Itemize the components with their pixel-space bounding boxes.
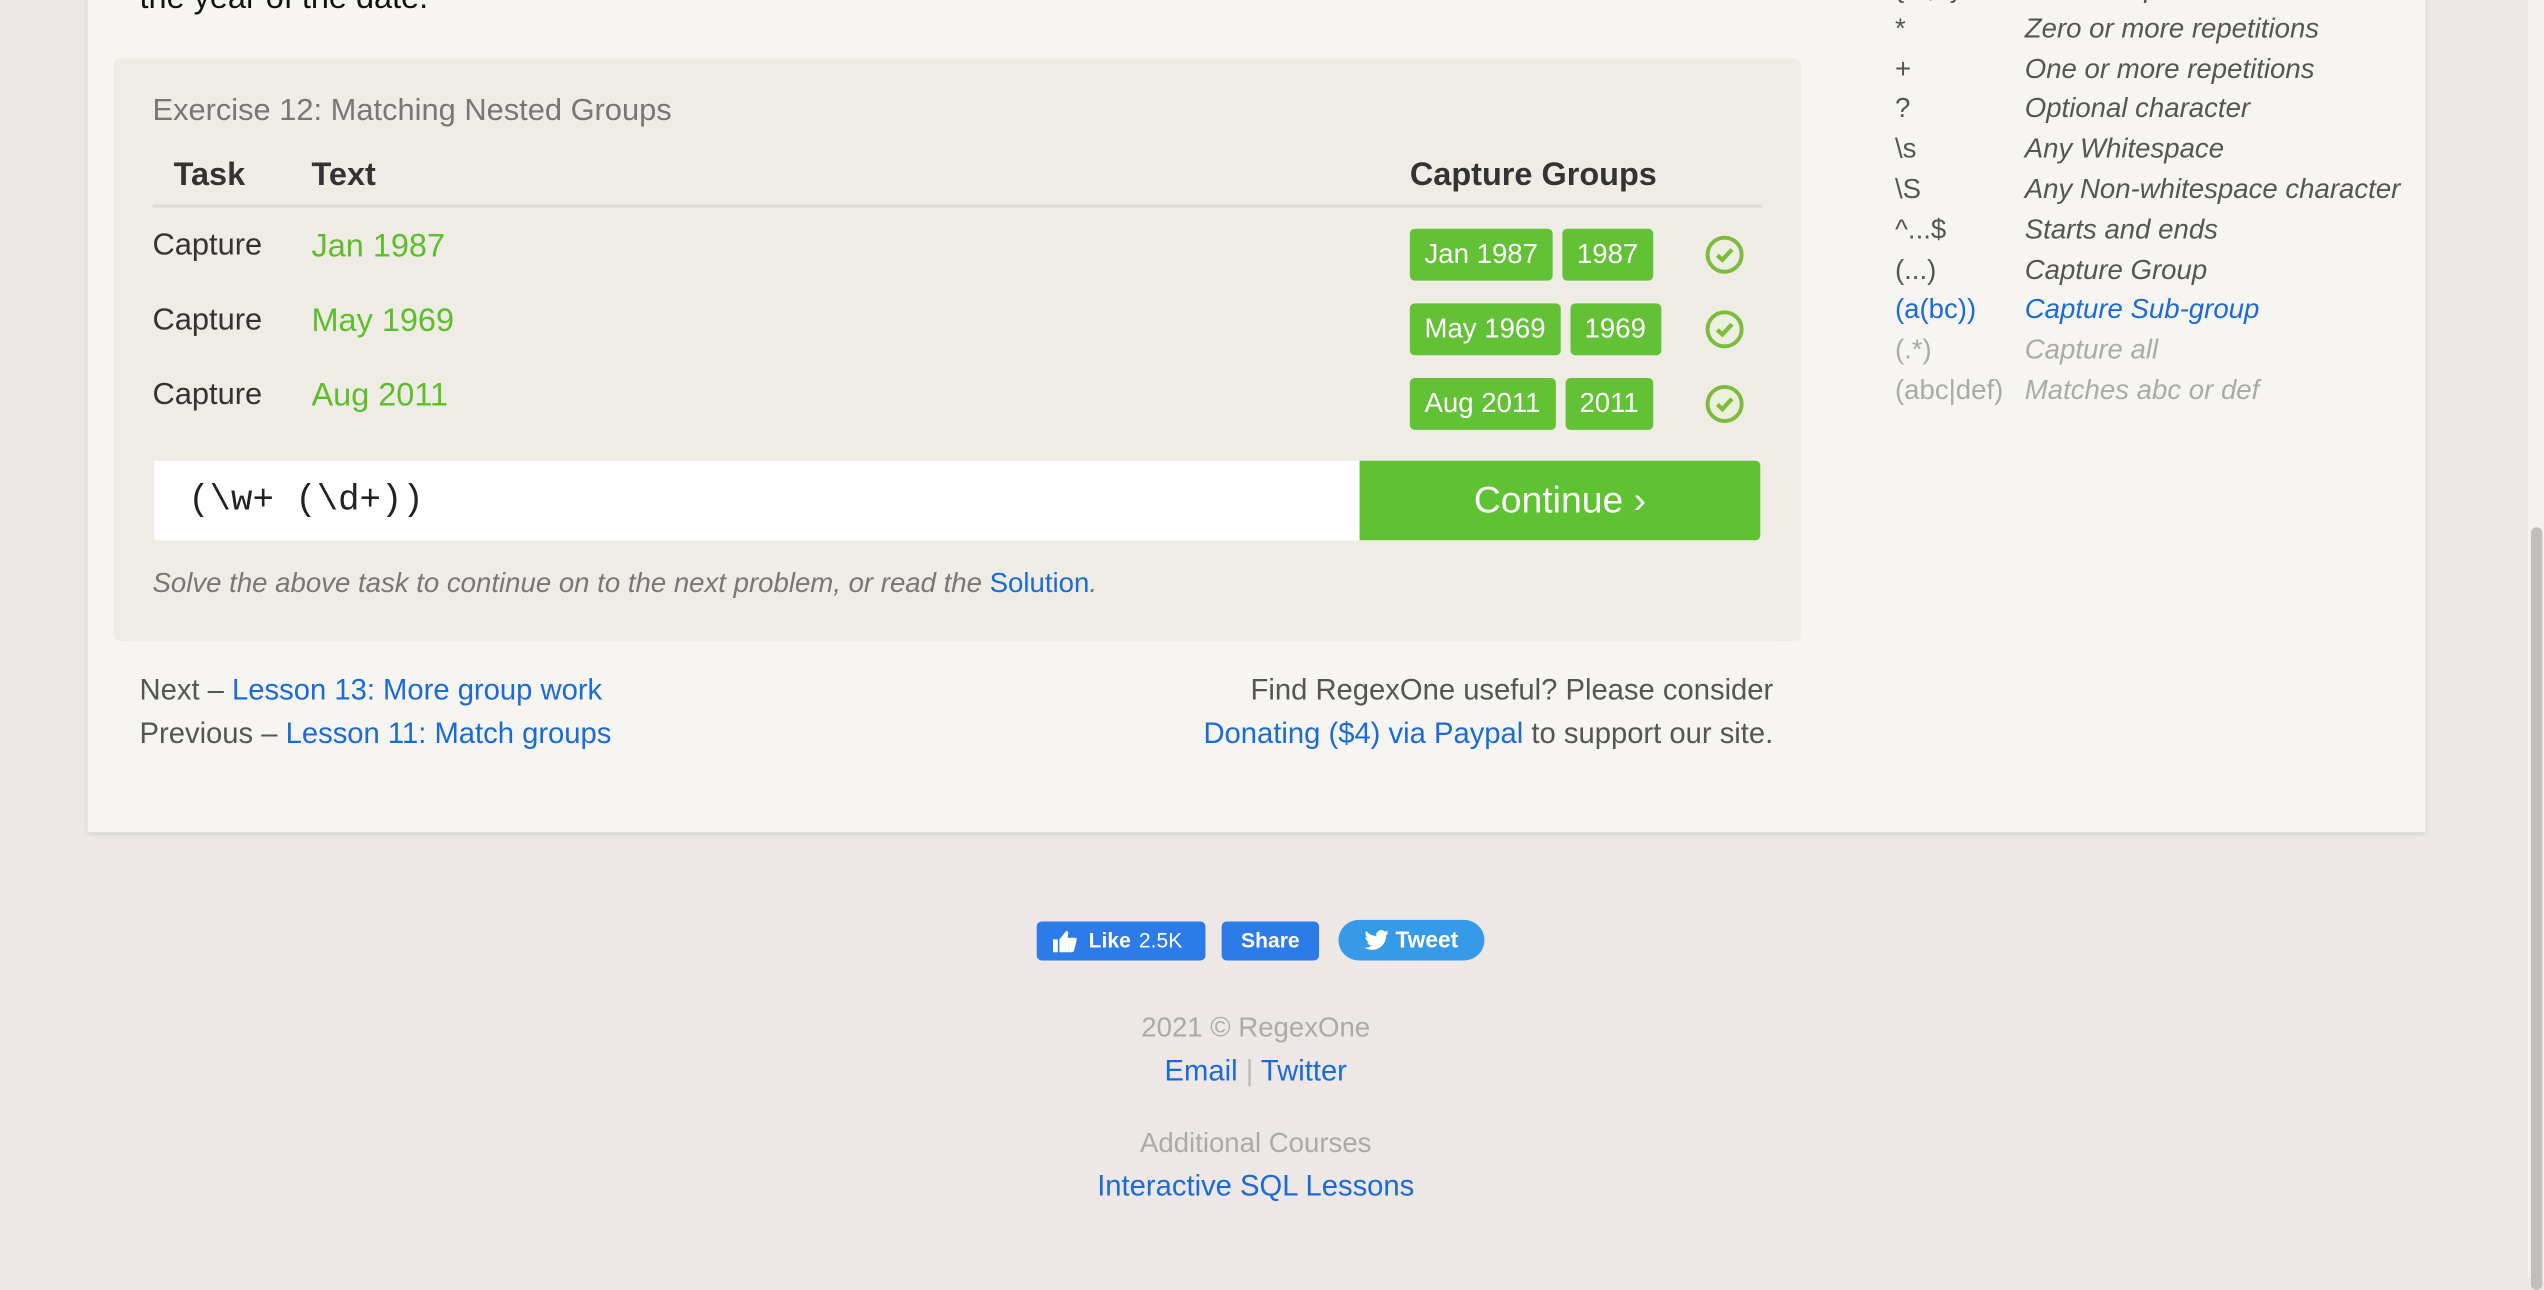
cheatsheet-description: Zero or more repetitions (2024, 12, 2320, 44)
cheatsheet-symbol: (a(bc)) (1894, 294, 1977, 326)
previous-lesson-link[interactable]: Lesson 11: Match groups (286, 717, 612, 749)
cheatsheet-description: Any Non-whitespace character (2024, 173, 2401, 205)
cheatsheet-description: m to n Repetitions (2025, 0, 2247, 5)
lesson-text: the year of the date. (140, 0, 429, 18)
cheatsheet-description: Optional character (2024, 93, 2251, 124)
cheatsheet-description: Matches abc or def (2024, 374, 2260, 406)
cheatsheet-symbol: \S (1894, 173, 1922, 205)
next-lesson: Next – Lesson 13: More group work (140, 673, 603, 707)
row-text: May 1969 (311, 303, 455, 340)
hint-text: Solve the above task to continue on to t… (153, 568, 1098, 600)
check-circle-icon (1705, 235, 1744, 274)
header-divider (152, 204, 1762, 208)
like-count: 2.5K (1138, 928, 1183, 953)
donate-suffix: to support our site. (1523, 717, 1774, 750)
cheatsheet-description: Capture all (2024, 334, 2159, 366)
cheatsheet-description: One or more repetitions (2024, 52, 2315, 84)
twitter-link[interactable]: Twitter (1261, 1055, 1347, 1087)
capture-group-badge: Aug 2011 (1409, 378, 1556, 430)
capture-group-badge: 1969 (1569, 303, 1661, 356)
regex-input[interactable]: (\w+ (\d+)) (154, 460, 1360, 541)
exercise-title: Exercise 12: Matching Nested Groups (152, 94, 672, 129)
tweet-label: Tweet (1395, 926, 1459, 953)
check-circle-icon (1705, 310, 1744, 349)
continue-button[interactable]: Continue › (1359, 460, 1761, 541)
tweet-button[interactable]: Tweet (1338, 919, 1485, 961)
cheatsheet-symbol: \s (1894, 133, 1917, 165)
sql-lessons-link[interactable]: Interactive SQL Lessons (1097, 1170, 1414, 1202)
sql-lessons-container: Interactive SQL Lessons (931, 1170, 1580, 1204)
cheatsheet-symbol: {m,n} (1895, 0, 1959, 5)
cheatsheet-symbol: (.*) (1894, 334, 1932, 366)
cheatsheet-symbol: ? (1894, 93, 1911, 124)
row-task: Capture (152, 378, 263, 413)
next-lesson-link[interactable]: Lesson 13: More group work (232, 673, 602, 705)
scrollbar-thumb[interactable] (2530, 527, 2543, 1290)
row-task: Capture (152, 303, 263, 338)
header-capture-groups: Capture Groups (1409, 157, 1657, 194)
cheatsheet-description: Starts and ends (2024, 213, 2218, 245)
capture-group-badge: May 1969 (1409, 303, 1561, 356)
capture-groups: Jan 1987 1987 (1409, 228, 1653, 281)
cheatsheet-symbol: (...) (1894, 254, 1937, 285)
capture-groups: Aug 2011 2011 (1409, 378, 1654, 430)
donate-line2: Donating ($4) via Paypal to support our … (1203, 717, 1773, 751)
hint-suffix: . (1089, 567, 1098, 599)
capture-groups: May 1969 1969 (1409, 303, 1661, 356)
row-text: Jan 1987 (311, 228, 446, 265)
like-label: Like (1088, 928, 1131, 953)
cheatsheet-symbol: (abc|def) (1894, 374, 2004, 406)
header-text: Text (311, 157, 376, 194)
capture-group-badge: 1987 (1562, 228, 1653, 281)
footer-separator: | (1245, 1054, 1254, 1088)
header-task: Task (173, 157, 246, 194)
facebook-share-button[interactable]: Share (1221, 921, 1320, 961)
footer-links: Email | Twitter (931, 1055, 1580, 1089)
cheatsheet-symbol: + (1894, 52, 1912, 84)
cheatsheet-description: Capture Sub-group (2024, 294, 2260, 326)
donate-link[interactable]: Donating ($4) via Paypal (1203, 717, 1523, 749)
hint-prefix: Solve the above task to continue on to t… (152, 567, 990, 599)
cheatsheet-description: Capture Group (2024, 254, 2208, 285)
capture-group-badge: 2011 (1564, 378, 1654, 430)
row-task: Capture (152, 228, 263, 263)
solution-link[interactable]: Solution (990, 568, 1090, 599)
row-text: Aug 2011 (311, 378, 449, 414)
previous-lesson: Previous – Lesson 11: Match groups (140, 717, 612, 751)
facebook-like-button[interactable]: Like 2.5K (1036, 921, 1206, 961)
cheatsheet-symbol: ^...$ (1894, 213, 1947, 245)
donate-line1: Find RegexOne useful? Please consider (1250, 673, 1774, 706)
cheatsheet-description: Any Whitespace (2024, 133, 2225, 165)
capture-group-badge: Jan 1987 (1409, 228, 1553, 281)
check-circle-icon (1705, 384, 1744, 423)
cheatsheet-symbol: * (1894, 12, 1906, 44)
prev-prefix: Previous – (139, 717, 286, 750)
twitter-bird-icon (1364, 930, 1390, 950)
thumbs-up-icon (1052, 930, 1077, 953)
next-prefix: Next – (139, 673, 233, 706)
additional-courses-label: Additional Courses (1139, 1127, 1372, 1159)
email-link[interactable]: Email (1165, 1055, 1238, 1087)
copyright: 2021 © RegexOne (1141, 1012, 1371, 1044)
